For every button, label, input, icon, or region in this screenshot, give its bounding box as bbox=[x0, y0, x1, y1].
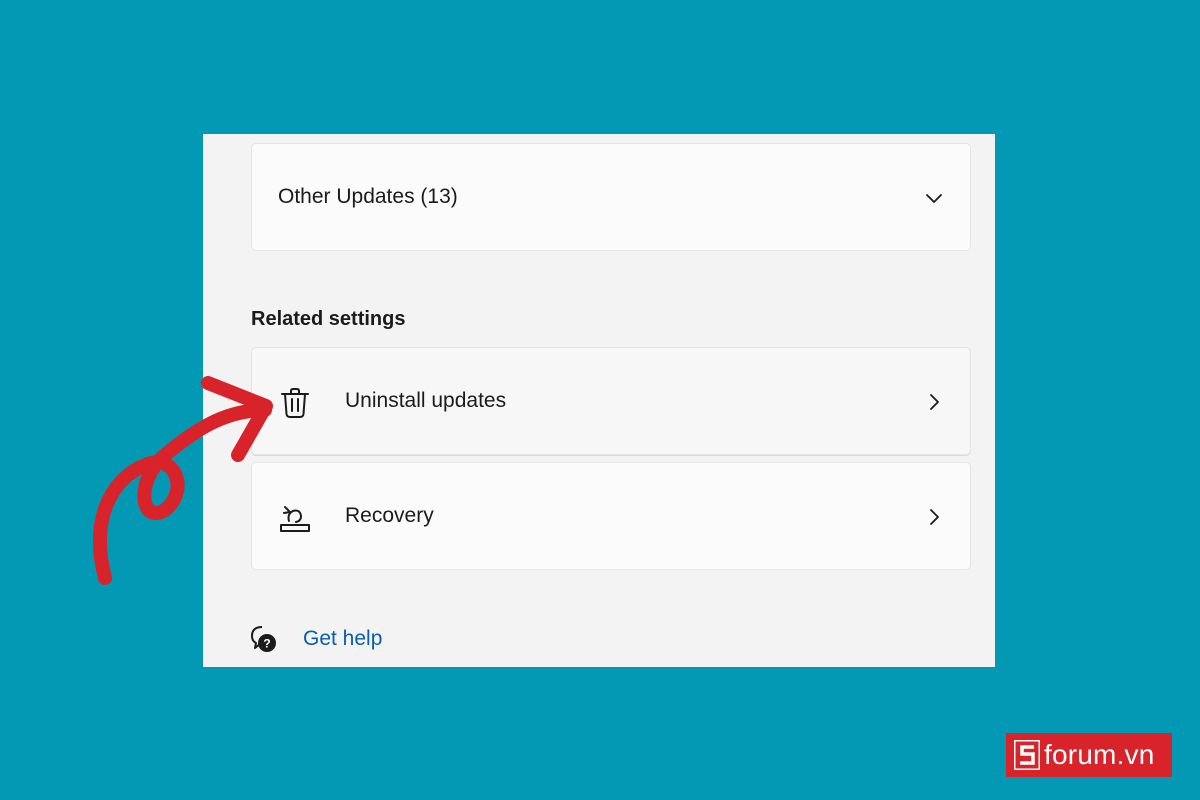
annotation-arrow bbox=[93, 376, 273, 585]
recovery-item[interactable]: Recovery bbox=[251, 462, 971, 570]
chevron-right-icon bbox=[930, 394, 939, 410]
sforum-logo-icon bbox=[1014, 740, 1040, 770]
settings-panel: Other Updates (13) Related settings Unin… bbox=[203, 134, 995, 667]
other-updates-expander[interactable]: Other Updates (13) bbox=[251, 143, 971, 251]
sforum-watermark: forum.vn bbox=[1006, 733, 1172, 777]
uninstall-updates-item[interactable]: Uninstall updates bbox=[251, 347, 971, 455]
other-updates-label: Other Updates (13) bbox=[278, 185, 458, 208]
help-chat-icon: ? bbox=[251, 626, 276, 652]
chevron-down-icon bbox=[926, 194, 942, 203]
recovery-label: Recovery bbox=[345, 504, 434, 527]
chevron-right-icon bbox=[930, 509, 939, 525]
svg-text:?: ? bbox=[263, 637, 270, 651]
watermark-text: forum.vn bbox=[1044, 739, 1155, 770]
get-help-link[interactable]: Get help bbox=[303, 627, 382, 651]
related-settings-heading: Related settings bbox=[251, 308, 406, 330]
uninstall-updates-label: Uninstall updates bbox=[345, 389, 507, 412]
